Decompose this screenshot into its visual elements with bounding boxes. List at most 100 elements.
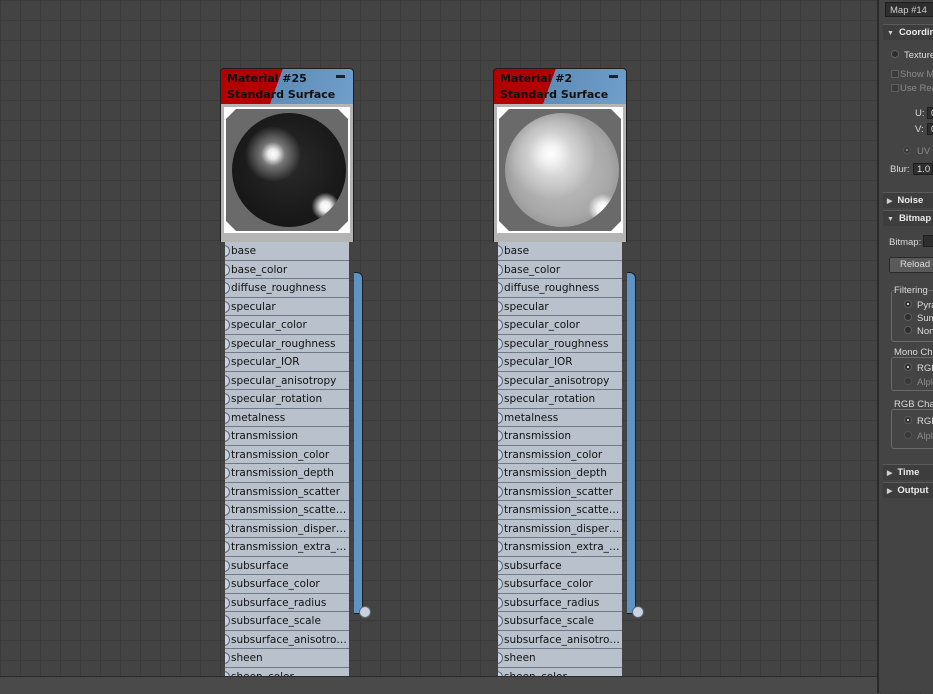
input-port[interactable] xyxy=(225,263,230,276)
uv-radio[interactable] xyxy=(903,146,911,154)
input-port[interactable] xyxy=(498,467,503,479)
input-port[interactable] xyxy=(225,356,230,368)
input-slot[interactable]: subsurface_radius xyxy=(225,593,349,612)
node-header[interactable]: Material #25 Standard Surface xyxy=(220,68,354,104)
input-slot[interactable]: transmission_extra_roug... xyxy=(225,538,349,557)
input-port[interactable] xyxy=(498,300,503,313)
input-port[interactable] xyxy=(498,448,503,461)
use-real-checkbox[interactable] xyxy=(891,84,899,92)
input-port[interactable] xyxy=(225,652,230,664)
input-slot[interactable]: specular_roughness xyxy=(225,334,349,353)
bitmap-path-button[interactable] xyxy=(923,235,933,247)
input-port[interactable] xyxy=(498,578,503,590)
rollout-bitmap[interactable]: ▼ Bitmap xyxy=(883,210,933,226)
output-port[interactable] xyxy=(359,606,371,618)
input-slot[interactable]: specular_rotation xyxy=(225,390,349,409)
input-slot[interactable]: transmission_dispersion* xyxy=(225,519,349,538)
input-port[interactable] xyxy=(225,578,230,590)
input-port[interactable] xyxy=(225,282,230,294)
input-slot[interactable]: diffuse_roughness xyxy=(498,279,622,298)
input-port[interactable] xyxy=(498,485,503,498)
input-port[interactable] xyxy=(225,541,230,553)
input-port[interactable] xyxy=(498,245,503,257)
input-slot[interactable]: transmission_scatter_ani... xyxy=(498,501,622,520)
u-offset-spinner[interactable]: 0 xyxy=(927,107,933,119)
filtering-none-radio[interactable] xyxy=(904,326,912,334)
input-port[interactable] xyxy=(225,504,230,516)
input-slot[interactable]: sheen xyxy=(225,649,349,668)
input-slot[interactable]: transmission_dispersion* xyxy=(498,519,622,538)
input-port[interactable] xyxy=(498,263,503,276)
input-port[interactable] xyxy=(225,430,230,442)
input-slot[interactable]: metalness xyxy=(225,408,349,427)
input-slot[interactable]: transmission_scatter_ani... xyxy=(225,501,349,520)
input-slot[interactable]: subsurface_anisotropy xyxy=(225,630,349,649)
input-slot[interactable]: specular_IOR xyxy=(498,353,622,372)
input-port[interactable] xyxy=(225,374,230,387)
input-slot[interactable]: base xyxy=(225,242,349,261)
input-slot[interactable]: specular xyxy=(225,297,349,316)
input-slot[interactable]: specular_roughness xyxy=(498,334,622,353)
mono-rgb-radio[interactable] xyxy=(904,363,912,371)
input-port[interactable] xyxy=(225,319,230,331)
blur-spinner[interactable]: 1.0 xyxy=(913,163,933,175)
filtering-pyramidal-radio[interactable] xyxy=(904,300,912,308)
input-port[interactable] xyxy=(498,541,503,553)
input-port[interactable] xyxy=(498,652,503,664)
input-port[interactable] xyxy=(498,559,503,572)
input-port[interactable] xyxy=(498,504,503,516)
input-slot[interactable]: diffuse_roughness xyxy=(225,279,349,298)
input-port[interactable] xyxy=(225,522,230,535)
input-slot[interactable]: subsurface xyxy=(225,556,349,575)
material-node-2[interactable]: Material #2 Standard Surface base base_co… xyxy=(493,68,627,686)
input-slot[interactable]: specular_rotation xyxy=(498,390,622,409)
input-slot[interactable]: subsurface_radius xyxy=(498,593,622,612)
texture-radio[interactable] xyxy=(891,50,899,58)
input-slot[interactable]: specular_IOR xyxy=(225,353,349,372)
input-port[interactable] xyxy=(498,596,503,609)
input-slot[interactable]: transmission_color xyxy=(498,445,622,464)
input-port[interactable] xyxy=(225,596,230,609)
collapse-icon[interactable] xyxy=(336,75,345,78)
input-slot[interactable]: specular_anisotropy xyxy=(498,371,622,390)
filtering-summed-radio[interactable] xyxy=(904,313,912,321)
input-port[interactable] xyxy=(225,633,230,646)
input-slot[interactable]: base_color xyxy=(498,260,622,279)
input-slot[interactable]: subsurface_color xyxy=(225,575,349,594)
input-port[interactable] xyxy=(498,411,503,424)
input-slot[interactable]: transmission_color xyxy=(225,445,349,464)
input-port[interactable] xyxy=(498,633,503,646)
reload-button[interactable]: Reload xyxy=(889,257,933,273)
node-header[interactable]: Material #2 Standard Surface xyxy=(493,68,627,104)
input-slot[interactable]: subsurface_scale xyxy=(498,612,622,631)
rollout-output[interactable]: ▶ Output xyxy=(883,482,933,498)
input-slot[interactable]: metalness xyxy=(498,408,622,427)
input-slot[interactable]: subsurface xyxy=(498,556,622,575)
input-slot[interactable]: specular_anisotropy xyxy=(225,371,349,390)
input-slot[interactable]: transmission_depth xyxy=(225,464,349,483)
input-slot[interactable]: base_color xyxy=(225,260,349,279)
input-port[interactable] xyxy=(225,448,230,461)
input-port[interactable] xyxy=(225,337,230,350)
input-slot[interactable]: base xyxy=(498,242,622,261)
input-slot[interactable]: subsurface_scale xyxy=(225,612,349,631)
input-port[interactable] xyxy=(498,393,503,405)
v-offset-spinner[interactable]: 0 xyxy=(927,123,933,135)
input-slot[interactable]: specular_color xyxy=(225,316,349,335)
input-port[interactable] xyxy=(225,245,230,257)
input-slot[interactable]: specular xyxy=(498,297,622,316)
material-node-25[interactable]: Material #25 Standard Surface base base_c… xyxy=(220,68,354,686)
input-port[interactable] xyxy=(498,374,503,387)
input-port[interactable] xyxy=(225,467,230,479)
input-port[interactable] xyxy=(225,411,230,424)
input-slot[interactable]: transmission xyxy=(498,427,622,446)
rgb-alpha-radio[interactable] xyxy=(904,431,912,439)
input-slot[interactable]: sheen xyxy=(498,649,622,668)
input-slot[interactable]: subsurface_color xyxy=(498,575,622,594)
input-port[interactable] xyxy=(498,430,503,442)
input-port[interactable] xyxy=(225,559,230,572)
input-port[interactable] xyxy=(225,393,230,405)
input-port[interactable] xyxy=(225,485,230,498)
input-port[interactable] xyxy=(498,319,503,331)
input-slot[interactable]: transmission xyxy=(225,427,349,446)
